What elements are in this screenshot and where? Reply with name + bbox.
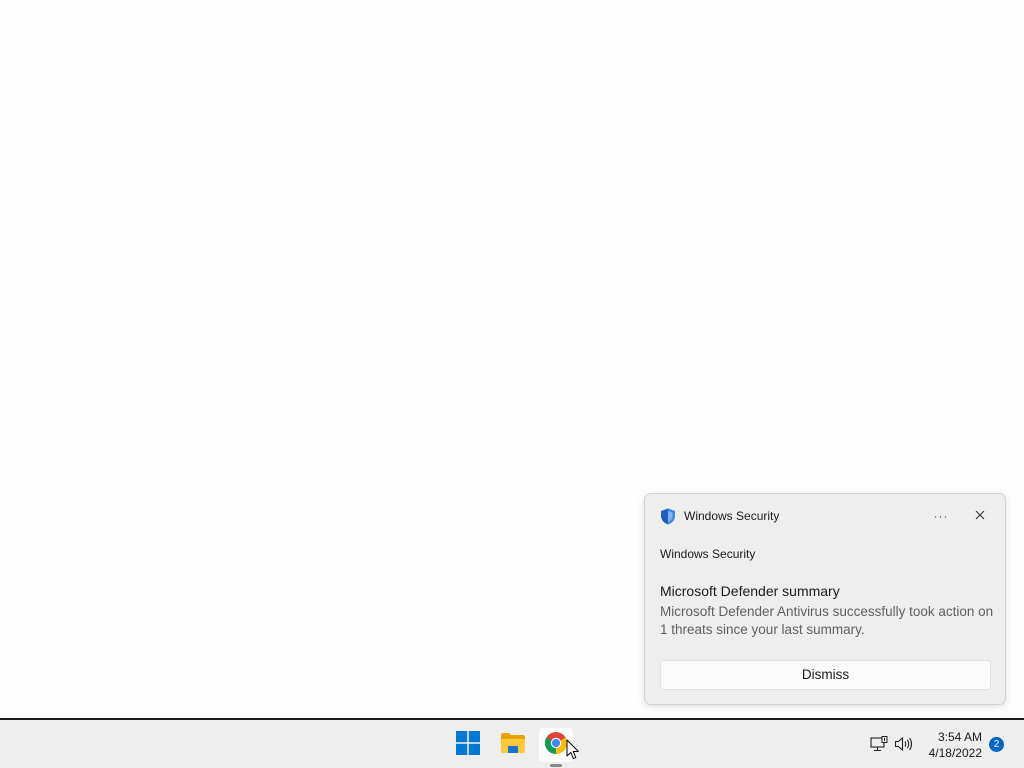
folder-icon <box>500 732 526 759</box>
toast-source: Windows Security <box>660 547 756 561</box>
volume-icon[interactable] <box>894 736 914 752</box>
chrome-icon <box>544 731 568 760</box>
windows-logo-icon <box>456 730 480 760</box>
dismiss-button[interactable]: Dismiss <box>660 660 991 690</box>
shield-icon <box>660 508 676 525</box>
taskbar: 3:54 AM 4/18/2022 2 <box>0 718 1024 768</box>
system-clock[interactable]: 3:54 AM 4/18/2022 <box>920 729 982 761</box>
toast-notification[interactable]: Windows Security ··· Windows Security Mi… <box>644 493 1006 705</box>
notification-count-badge[interactable]: 2 <box>989 737 1004 752</box>
toast-app-name: Windows Security <box>684 509 780 523</box>
more-options-button[interactable]: ··· <box>928 504 954 528</box>
mouse-cursor-icon <box>566 739 580 761</box>
toast-title: Microsoft Defender summary <box>660 583 840 599</box>
network-icon[interactable] <box>870 736 888 752</box>
close-icon <box>975 507 985 525</box>
clock-time: 3:54 AM <box>937 730 982 744</box>
active-app-indicator <box>550 764 562 767</box>
file-explorer-button[interactable] <box>496 728 530 762</box>
toast-header: Windows Security ··· <box>645 494 1005 538</box>
toast-close-button[interactable] <box>968 504 992 528</box>
toast-body: Microsoft Defender Antivirus successfull… <box>660 604 994 637</box>
start-button[interactable] <box>451 728 485 762</box>
clock-date: 4/18/2022 <box>928 746 982 760</box>
